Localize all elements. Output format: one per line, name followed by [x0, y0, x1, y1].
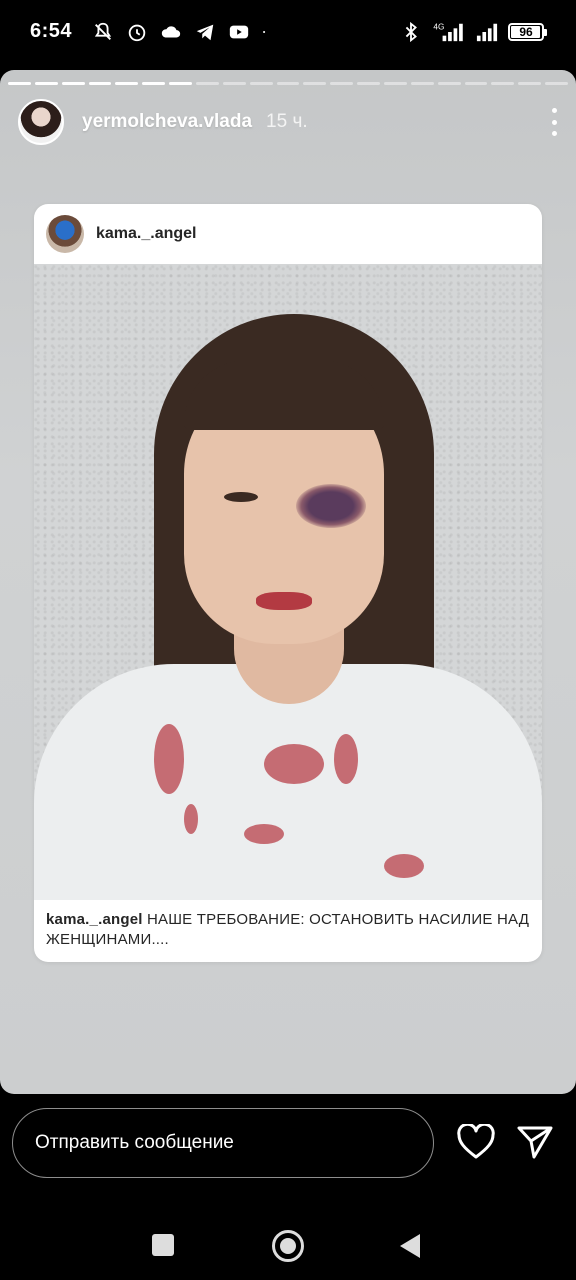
- signal-icon: [476, 23, 498, 42]
- story-progress-segment: [34, 82, 58, 85]
- shared-post-caption: kama._.angel НАШЕ ТРЕБОВАНИЕ: ОСТАНОВИТЬ…: [34, 900, 542, 960]
- signal-4g-icon: 4G: [433, 22, 463, 42]
- story-author-avatar[interactable]: [18, 99, 64, 145]
- story-header: yermolcheva.vlada 15 ч.: [18, 98, 558, 146]
- photo-blood-stain: [334, 734, 358, 784]
- status-left-icons: [92, 20, 272, 44]
- photo-bruise: [296, 484, 366, 528]
- notifications-off-icon: [94, 22, 112, 40]
- story-progress-segment: [196, 82, 219, 85]
- back-triangle-icon[interactable]: [400, 1234, 420, 1258]
- more-vertical-icon[interactable]: [550, 108, 558, 136]
- shared-post-avatar[interactable]: [46, 215, 84, 253]
- system-nav-bar: [0, 1210, 576, 1280]
- photo-mouth: [256, 592, 312, 610]
- send-message-input[interactable]: Отправить сообщение: [12, 1108, 434, 1178]
- battery-level: 96: [519, 25, 533, 39]
- story-progress-segment: [115, 82, 139, 85]
- youtube-icon: [229, 25, 249, 39]
- photo-blood-stain: [244, 824, 284, 844]
- story-progress-segment: [437, 82, 461, 85]
- story-progress-segment: [464, 82, 488, 85]
- story-time-ago: 15 ч.: [266, 111, 308, 132]
- photo-eye: [224, 492, 258, 502]
- shared-post-header: kama._.angel: [34, 204, 542, 264]
- telegram-icon: [196, 24, 214, 41]
- status-bar: 6:54 4G 96: [0, 0, 576, 64]
- cloud-icon: [161, 26, 181, 38]
- recents-square-icon[interactable]: [152, 1234, 174, 1256]
- story-progress-segment: [518, 82, 542, 85]
- story-progress-segment: [303, 82, 327, 85]
- shared-post-photo: [34, 264, 542, 900]
- send-icon[interactable]: [516, 1124, 554, 1160]
- story-progress-segment: [384, 82, 407, 85]
- status-time: 6:54: [30, 20, 73, 42]
- dot-icon: [263, 30, 266, 34]
- heart-icon[interactable]: [456, 1124, 496, 1160]
- photo-bangs: [184, 360, 384, 430]
- photo-blood-stain: [184, 804, 198, 834]
- status-right-icons: 4G 96: [400, 20, 547, 44]
- bluetooth-icon: [405, 21, 417, 43]
- caption-username[interactable]: kama._.angel: [46, 911, 143, 928]
- story-progress-segment: [222, 82, 246, 85]
- story-viewer[interactable]: yermolcheva.vlada 15 ч. kama._.angel kam…: [0, 70, 576, 1094]
- battery-icon: 96: [508, 23, 547, 41]
- story-progress-segment: [330, 82, 354, 85]
- alarm-icon: [128, 24, 146, 42]
- story-progress-segment: [61, 82, 85, 85]
- story-progress-segment: [410, 82, 434, 85]
- story-progress-segment: [249, 82, 273, 85]
- story-progress-segment: [142, 82, 166, 85]
- story-progress-segment: [8, 82, 31, 85]
- story-progress-segment: [491, 82, 515, 85]
- photo-blood-stain: [384, 854, 424, 878]
- shared-post-username[interactable]: kama._.angel: [96, 225, 197, 243]
- story-progress-segment: [276, 82, 300, 85]
- story-author-username[interactable]: yermolcheva.vlada: [82, 111, 252, 133]
- story-progress-segment: [357, 82, 381, 85]
- svg-text:4G: 4G: [433, 22, 444, 31]
- story-progress-bar: [8, 82, 569, 85]
- story-progress-segment: [169, 82, 193, 85]
- photo-blood-stain: [264, 744, 324, 784]
- shared-post-card[interactable]: kama._.angel kama._.angel НАШЕ ТРЕБОВАНИ…: [34, 204, 542, 962]
- story-progress-segment: [545, 82, 569, 85]
- photo-blood-stain: [154, 724, 184, 794]
- home-circle-icon[interactable]: [272, 1230, 304, 1262]
- story-progress-segment: [88, 82, 112, 85]
